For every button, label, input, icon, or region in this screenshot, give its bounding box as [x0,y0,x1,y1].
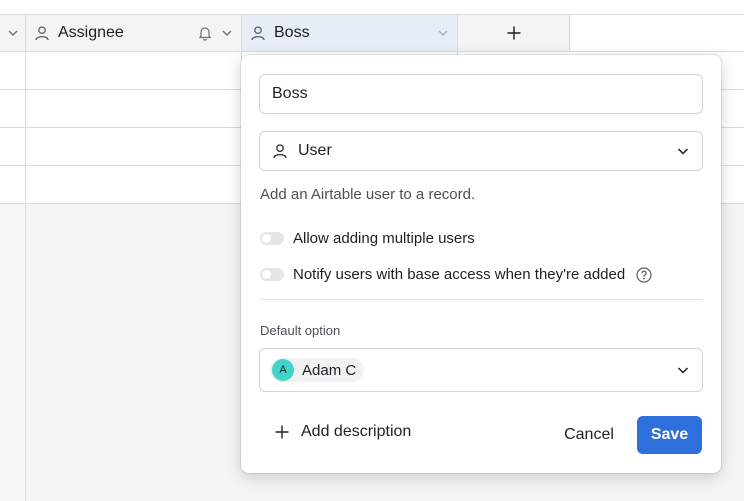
cancel-button[interactable]: Cancel [551,416,627,454]
add-description-label: Add description [301,423,412,440]
notify-users-toggle[interactable] [260,268,284,281]
allow-multiple-label: Allow adding multiple users [293,230,475,247]
header-empty-area [570,15,744,51]
chevron-down-icon[interactable] [437,27,449,39]
avatar: A [272,359,294,381]
row-number-cell[interactable] [0,128,26,165]
chevron-down-icon[interactable] [7,27,19,39]
grid-top-strip [0,0,744,14]
plus-icon [506,25,522,41]
save-button[interactable]: Save [637,416,702,454]
plus-icon [274,424,290,440]
table-cell[interactable] [26,128,242,165]
table-cell[interactable] [26,52,242,89]
toggle-row-multiple[interactable]: Allow adding multiple users [260,230,475,247]
row-number-cell[interactable] [0,52,26,89]
grid-header-row: Assignee Boss [0,14,744,52]
field-name-input[interactable] [259,74,703,114]
row-number-cell[interactable] [0,166,26,203]
help-circle-icon[interactable] [636,266,652,283]
add-description-button[interactable]: Add description [274,423,411,441]
user-icon [34,25,50,41]
bell-icon[interactable] [197,25,213,41]
field-type-label: User [298,142,332,159]
user-chip: A Adam C [270,358,365,382]
add-field-button[interactable] [458,15,570,51]
boss-column-label: Boss [274,24,310,41]
user-icon [250,25,266,41]
chevron-down-icon [676,363,690,382]
table-cell[interactable] [26,90,242,127]
default-option-select[interactable]: A Adam C [259,348,703,392]
default-user-name: Adam C [302,361,357,379]
field-type-select[interactable]: User [259,131,703,171]
assignee-column-label: Assignee [58,24,124,41]
notify-users-label: Notify users with base access when they'… [293,266,626,283]
field-config-popover: User Add an Airtable user to a record. A… [241,55,721,473]
divider [260,299,702,300]
toggle-row-notify[interactable]: Notify users with base access when they'… [260,266,652,283]
chevron-down-icon[interactable] [221,27,233,39]
table-cell[interactable] [26,166,242,203]
default-option-label: Default option [260,323,341,338]
field-type-description: Add an Airtable user to a record. [260,186,476,203]
header-boss-column[interactable]: Boss [242,15,458,51]
user-icon [272,143,288,159]
header-first-column[interactable] [0,15,26,51]
header-assignee-column[interactable]: Assignee [26,15,242,51]
allow-multiple-toggle[interactable] [260,232,284,245]
chevron-down-icon [676,144,690,163]
row-number-cell[interactable] [0,90,26,127]
